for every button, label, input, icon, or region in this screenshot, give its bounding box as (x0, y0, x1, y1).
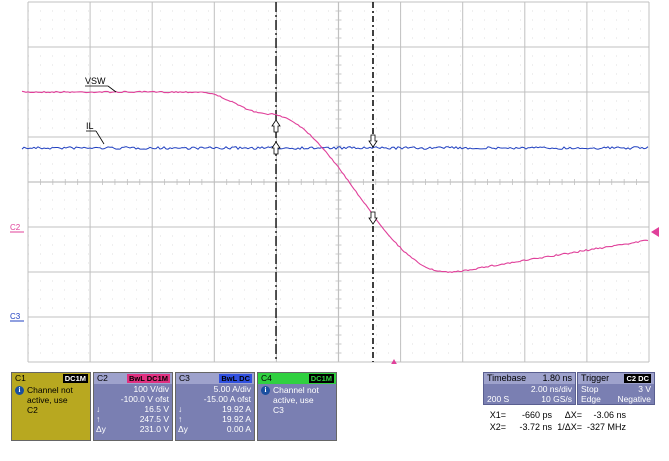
c1-name: C1 (15, 373, 26, 383)
channel-c4-panel[interactable]: C4 DC1M i Channel not active, use C3 (257, 372, 337, 441)
trigger-type: Edge (581, 394, 601, 404)
timebase-panel[interactable]: Timebase 1.80 ns 2.00 ns/div 200 S 10 GS/s (483, 372, 576, 405)
trigger-mode: Stop (581, 384, 599, 394)
c3-cursor2-value: 19.92 A (222, 414, 251, 424)
channel-c1-panel[interactable]: C1 DC1M i Channel not active, use C2 (11, 372, 91, 441)
c1-notice-line3: C2 (27, 405, 38, 415)
cursor-readout: X1= -660 ps ΔX= -3.06 ns X2= -3.72 ns 1/… (484, 409, 664, 433)
c1-notice-line1: Channel not (27, 385, 73, 395)
c3-name: C3 (179, 373, 190, 383)
dx-value: -3.06 ns (593, 410, 626, 420)
c2-delta-y: 231.0 V (139, 424, 169, 434)
c3-coupling-badge: BwL DC (219, 374, 252, 383)
c4-notice-line1: Channel not (273, 385, 319, 395)
c2-cursor2-value: 247.5 V (139, 414, 169, 424)
c1-coupling-badge: DC1M (62, 374, 88, 383)
info-icon: i (15, 386, 24, 395)
channel-c3-panel[interactable]: C3 BwL DC 5.00 A/div -15.00 A ofst ↓ 19.9… (175, 372, 255, 441)
info-icon: i (261, 386, 270, 395)
channel-c2-panel[interactable]: C2 BwL DC1M 100 V/div -100.0 V ofst ↓ 16.… (93, 372, 173, 441)
c3-delta-y: 0.00 A (226, 424, 251, 434)
trigger-source-badge: C2 DC (624, 374, 651, 383)
x1-value: -660 ps (521, 410, 552, 420)
x1-label: X1= (489, 410, 506, 420)
c3-cursor1-value: 19.92 A (222, 404, 251, 414)
c3-offset: -15.00 A ofst (203, 394, 251, 404)
x2-value: -3.72 ns (519, 422, 552, 432)
c1-notice-line2: active, use (27, 395, 68, 405)
c2-scale: 100 V/div (133, 384, 169, 394)
c2-name: C2 (97, 373, 108, 383)
timebase-label: Timebase (487, 373, 527, 383)
c4-coupling-badge: DC1M (308, 374, 334, 383)
vsw-label: VSW (85, 76, 106, 86)
trigger-label: Trigger (581, 373, 610, 383)
c4-name: C4 (261, 373, 272, 383)
timebase-delay: 1.80 ns (542, 373, 572, 383)
c4-notice-line3: C3 (273, 405, 284, 415)
c3-scale: 5.00 A/div (213, 384, 251, 394)
c2-ground-marker[interactable]: C2 (10, 223, 21, 232)
c2-coupling-badge: BwL DC1M (126, 374, 170, 383)
trigger-level-marker[interactable] (651, 227, 659, 237)
c2-cursor1-value: 16.5 V (144, 404, 169, 414)
timebase-rate: 10 GS/s (541, 394, 572, 404)
c3-ground-marker[interactable]: C3 (10, 312, 21, 321)
c2-offset: -100.0 V ofst (120, 394, 169, 404)
dx-label: ΔX= (564, 410, 582, 420)
trigger-panel[interactable]: Trigger C2 DC Stop 3 V Edge Negative (577, 372, 655, 405)
waveform-display[interactable]: VSW IL C2 C3 (0, 0, 669, 364)
x2-label: X2= (489, 422, 506, 432)
trigger-level: 3 V (638, 384, 651, 394)
c4-notice-line2: active, use (273, 395, 314, 405)
il-label: IL (86, 121, 94, 131)
timebase-div: 2.00 ns/div (530, 384, 572, 394)
trigger-slope: Negative (617, 394, 651, 404)
inv-dx-label: 1/ΔX= (557, 422, 582, 432)
timebase-samples: 200 S (487, 394, 510, 404)
inv-dx-value: -327 MHz (586, 422, 626, 432)
